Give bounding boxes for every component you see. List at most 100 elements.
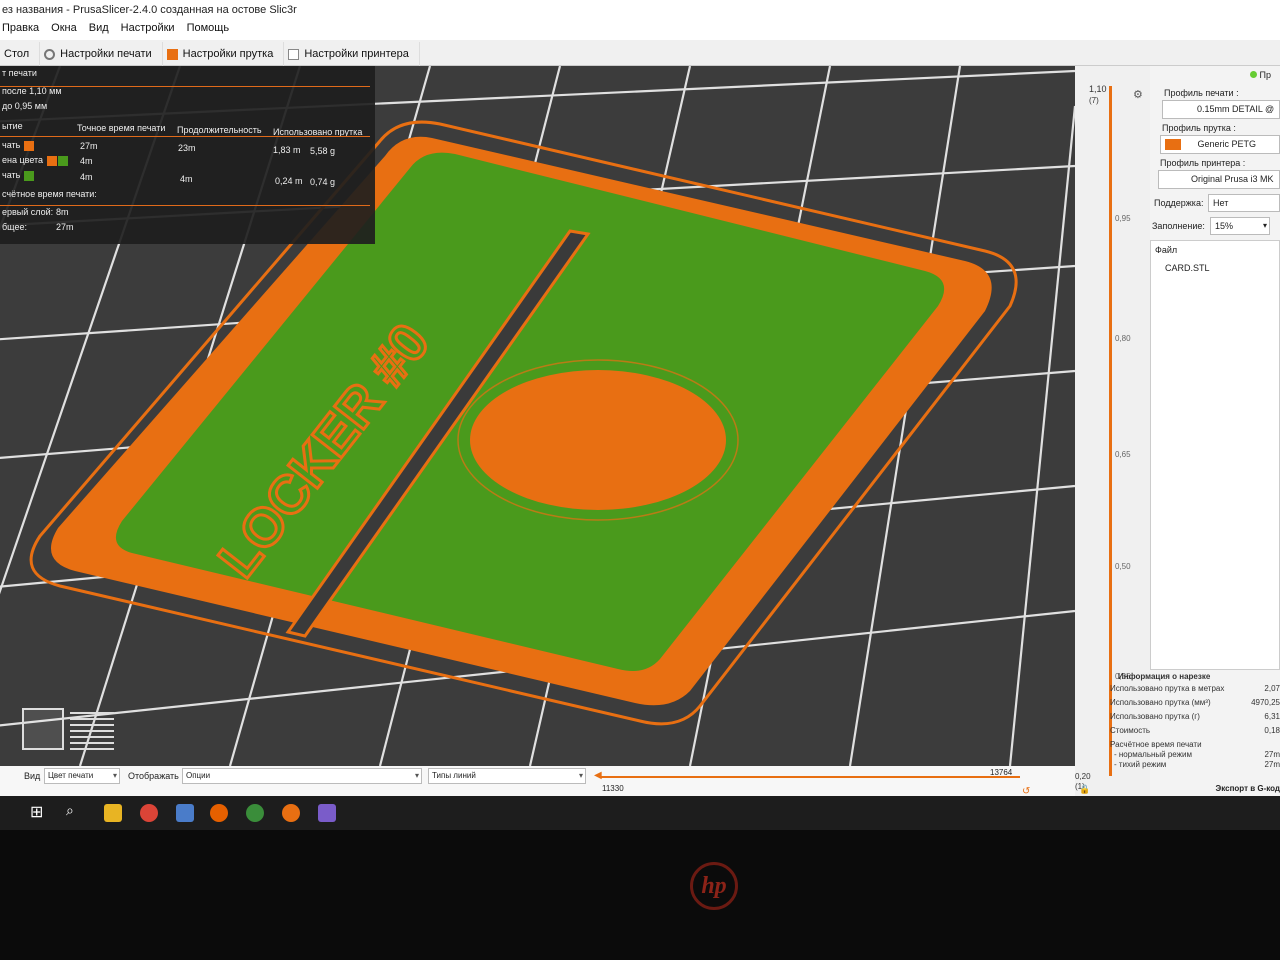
app-icon[interactable] bbox=[318, 804, 336, 822]
view-layers-button[interactable] bbox=[70, 708, 114, 750]
vslider-top-value: 1,10 bbox=[1089, 84, 1107, 94]
legend-header-time: Точное время печати bbox=[77, 123, 166, 133]
menu-edit[interactable]: Правка bbox=[2, 22, 39, 40]
view-select[interactable]: Цвет печати ▾ bbox=[44, 768, 120, 784]
windows-start-icon[interactable]: ⊞ bbox=[30, 802, 48, 821]
tab-bar: Стол Настройки печати Настройки прутка Н… bbox=[0, 40, 1280, 66]
green-swatch bbox=[58, 155, 69, 166]
tab-plater[interactable]: Стол bbox=[0, 42, 41, 66]
filament-profile-select[interactable]: Generic PETG bbox=[1160, 135, 1280, 154]
hslider-left-value: 11330 bbox=[602, 784, 624, 793]
vslider-tick-2: 0,80 bbox=[1115, 334, 1131, 343]
monitor-bezel: hp bbox=[0, 830, 1280, 960]
slice-info-value: 2,07 bbox=[1264, 684, 1280, 693]
printer-icon bbox=[288, 48, 300, 60]
app-icon[interactable] bbox=[246, 804, 264, 822]
printer-profile-select[interactable]: Original Prusa i3 MK bbox=[1158, 170, 1280, 189]
chevron-down-icon: ▾ bbox=[1262, 221, 1267, 230]
export-gcode-button[interactable]: Экспорт в G-код bbox=[1190, 784, 1280, 796]
monitor-screen: ез названия - PrusaSlicer-2.4.0 созданна… bbox=[0, 0, 1280, 830]
search-icon[interactable]: ⌕ bbox=[66, 802, 84, 820]
hslider-right-value: 13764 bbox=[990, 768, 1013, 777]
filament-profile-label: Профиль прутка : bbox=[1162, 123, 1236, 133]
prusaslicer-taskbar-icon[interactable] bbox=[282, 804, 300, 822]
infill-label: Заполнение: bbox=[1152, 221, 1205, 231]
menu-help[interactable]: Помощь bbox=[187, 22, 230, 40]
printer-profile-value: Original Prusa i3 MK bbox=[1191, 174, 1274, 184]
print-profile-select[interactable]: 0.15mm DETAIL @ bbox=[1162, 100, 1280, 119]
chevron-down-icon: ▾ bbox=[112, 771, 117, 780]
tab-filament-settings-label: Настройки прутка bbox=[182, 48, 274, 60]
filament-color-swatch bbox=[1165, 139, 1181, 151]
object-list-item[interactable]: CARD.STL bbox=[1165, 263, 1210, 273]
slice-info-value: 27m bbox=[1264, 760, 1280, 769]
window-title: ез названия - PrusaSlicer-2.4.0 созданна… bbox=[2, 4, 297, 16]
slice-info-label: Использовано прутка (мм³) bbox=[1110, 698, 1211, 707]
settings-gear-icon[interactable]: ⚙ bbox=[1133, 88, 1143, 101]
tab-print-settings-label: Настройки печати bbox=[60, 48, 152, 60]
tab-filament-settings[interactable]: Настройки прутка bbox=[163, 42, 285, 66]
slice-info-row: Стоимость 0,18 bbox=[1110, 726, 1280, 740]
menu-windows[interactable]: Окна bbox=[51, 22, 77, 40]
legend-panel: т печати после 1,10 мм до 0,95 мм ытие Т… bbox=[0, 66, 375, 244]
menu-view[interactable]: Вид bbox=[89, 22, 109, 40]
legend-row-1-name: чать bbox=[2, 140, 21, 150]
orange-swatch bbox=[24, 140, 35, 151]
line-types-select[interactable]: Типы линий ▾ bbox=[428, 768, 586, 784]
legend-title: т печати bbox=[2, 68, 37, 78]
circle-feature bbox=[470, 370, 726, 510]
file-explorer-icon[interactable] bbox=[104, 804, 122, 822]
view-3d-button[interactable] bbox=[22, 708, 64, 750]
view-label: Вид bbox=[24, 771, 41, 781]
legend-row-3-weight: 0,74 g bbox=[310, 177, 336, 187]
os-taskbar: ⊞ ⌕ bbox=[0, 796, 1280, 830]
app-icon[interactable] bbox=[176, 804, 194, 822]
filament-icon bbox=[166, 48, 178, 60]
legend-estimated-label: счётное время печати: bbox=[2, 189, 97, 199]
legend-row-1-length: 1,83 m bbox=[273, 145, 301, 155]
chevron-down-icon: ▾ bbox=[414, 771, 419, 780]
object-list[interactable]: Файл CARD.STL bbox=[1150, 240, 1280, 670]
legend-row-3: чать bbox=[2, 170, 35, 181]
bottom-toolbar: Вид Цвет печати ▾ Отображать Опции ▾ Типы … bbox=[0, 766, 1075, 797]
gear-icon bbox=[44, 48, 56, 60]
infill-select[interactable]: 15% ▾ bbox=[1210, 217, 1270, 235]
support-label: Поддержка: bbox=[1154, 198, 1204, 208]
menu-settings[interactable]: Настройки bbox=[121, 22, 175, 40]
chevron-down-icon: ▾ bbox=[578, 771, 583, 780]
slice-info-label: - тихий режим bbox=[1114, 760, 1167, 769]
top-mode-button[interactable]: Пр bbox=[1250, 70, 1280, 84]
legend-first-layer-value: 8m bbox=[56, 207, 69, 217]
tab-print-settings[interactable]: Настройки печати bbox=[40, 42, 163, 66]
print-profile-value: 0.15mm DETAIL @ bbox=[1197, 104, 1275, 114]
orange-swatch bbox=[47, 155, 58, 166]
legend-row-1-time: 27m bbox=[80, 141, 98, 151]
view-select-value: Цвет печати bbox=[48, 771, 94, 780]
vslider-top-layer: (7) bbox=[1089, 96, 1099, 105]
legend-row-2-time: 4m bbox=[80, 156, 93, 166]
printer-profile-label: Профиль принтера : bbox=[1160, 158, 1246, 168]
green-swatch bbox=[24, 170, 35, 181]
slice-info-label: Использовано прутка в метрах bbox=[1110, 684, 1225, 693]
top-mode-button-label: Пр bbox=[1259, 70, 1271, 80]
slice-info-label: Использовано прутка (г) bbox=[1110, 712, 1200, 721]
firefox-icon[interactable] bbox=[210, 804, 228, 822]
legend-row-3-duration: 4m bbox=[180, 174, 193, 184]
hslider-left-handle[interactable]: ◀ bbox=[594, 770, 602, 781]
object-list-header: Файл bbox=[1155, 245, 1178, 255]
support-select[interactable]: Нет bbox=[1208, 194, 1280, 212]
chrome-icon[interactable] bbox=[140, 804, 158, 822]
slice-info-value: 27m bbox=[1264, 750, 1280, 759]
lock-icon[interactable]: 🔒 bbox=[1079, 784, 1090, 795]
legend-total-label: бщее: bbox=[2, 222, 27, 232]
tab-printer-settings[interactable]: Настройки принтера bbox=[284, 42, 420, 66]
vslider-bottom-value: 0,20 bbox=[1075, 772, 1091, 781]
show-select-value: Опции bbox=[186, 771, 211, 780]
legend-row-2: ена цвета bbox=[2, 155, 69, 166]
show-select[interactable]: Опции ▾ bbox=[182, 768, 422, 784]
show-label: Отображать bbox=[128, 771, 179, 781]
horizontal-slider-track[interactable] bbox=[600, 776, 1020, 778]
green-dot-icon bbox=[1250, 71, 1257, 78]
menu-bar: Правка Окна Вид Настройки Помощь bbox=[0, 22, 1280, 40]
filament-profile-value: Generic PETG bbox=[1197, 139, 1257, 149]
